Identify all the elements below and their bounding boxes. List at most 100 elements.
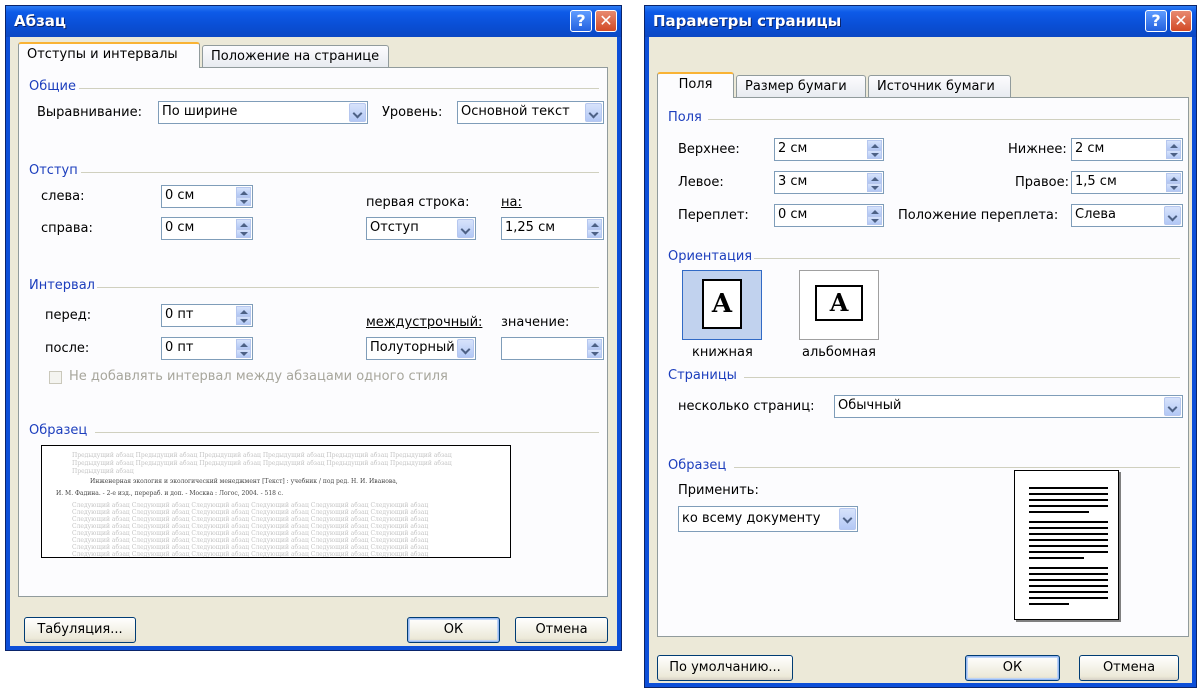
default-button[interactable]: По умолчанию... bbox=[657, 655, 793, 681]
spinner[interactable] bbox=[236, 339, 251, 358]
top-margin-value: 2 см bbox=[778, 141, 808, 156]
spin-up-icon[interactable] bbox=[236, 339, 251, 349]
bottom-margin-input[interactable]: 2 см bbox=[1071, 138, 1183, 161]
gutter-position-label: Положение переплета: bbox=[898, 208, 1059, 223]
align-select[interactable]: По ширине bbox=[158, 101, 368, 124]
spinner[interactable] bbox=[1166, 173, 1181, 192]
spin-up-icon[interactable] bbox=[867, 140, 882, 150]
tab-paper-source[interactable]: Источник бумаги bbox=[868, 75, 1011, 97]
help-icon[interactable]: ? bbox=[570, 10, 592, 32]
apply-to-select[interactable]: ко всему документу bbox=[678, 506, 858, 532]
spinner[interactable] bbox=[1166, 140, 1181, 159]
preview-line bbox=[1029, 527, 1108, 529]
spin-down-icon[interactable] bbox=[236, 228, 251, 238]
apply-to-value: ко всему документу bbox=[682, 511, 821, 526]
left-margin-label: Левое: bbox=[678, 175, 724, 190]
spin-up-icon[interactable] bbox=[236, 306, 251, 316]
landscape-button[interactable]: A bbox=[799, 270, 879, 340]
left-margin-input[interactable]: 3 см bbox=[774, 171, 884, 194]
gutter-position-select[interactable]: Слева bbox=[1071, 204, 1183, 227]
spin-down-icon[interactable] bbox=[236, 348, 251, 358]
spin-up-icon[interactable] bbox=[867, 173, 882, 183]
title-bar[interactable]: Параметры страницы ? ✕ bbox=[645, 6, 1196, 37]
value-input[interactable] bbox=[501, 337, 604, 360]
spinner[interactable] bbox=[236, 306, 251, 325]
chevron-down-icon[interactable] bbox=[457, 219, 474, 238]
cancel-button[interactable]: Отмена bbox=[515, 617, 608, 643]
ok-button[interactable]: ОК bbox=[965, 655, 1060, 681]
chevron-down-icon[interactable] bbox=[1164, 397, 1181, 416]
spin-down-icon[interactable] bbox=[1166, 149, 1181, 159]
level-label: Уровень: bbox=[382, 105, 443, 120]
spinner[interactable] bbox=[587, 219, 602, 238]
group-pages-title: Страницы bbox=[668, 368, 737, 383]
spin-up-icon[interactable] bbox=[236, 187, 251, 197]
bottom-margin-value: 2 см bbox=[1075, 141, 1105, 156]
indent-left-input[interactable]: 0 см bbox=[161, 185, 253, 208]
ok-button[interactable]: ОК bbox=[407, 617, 500, 643]
spin-up-icon[interactable] bbox=[587, 339, 602, 349]
nospace-label: Не добавлять интервал между абзацами одн… bbox=[69, 369, 448, 384]
spin-down-icon[interactable] bbox=[587, 348, 602, 358]
spin-up-icon[interactable] bbox=[587, 219, 602, 229]
tab-paper-size[interactable]: Размер бумаги bbox=[736, 75, 866, 97]
spinner[interactable] bbox=[867, 206, 882, 225]
spin-up-icon[interactable] bbox=[1166, 140, 1181, 150]
spinner[interactable] bbox=[867, 140, 882, 159]
checkbox-icon[interactable] bbox=[49, 371, 62, 384]
tab-indents[interactable]: Отступы и интервалы bbox=[18, 42, 200, 68]
preview-line: Следующий абзац Следующий абзац Следующи… bbox=[72, 530, 429, 537]
divider bbox=[708, 119, 1180, 120]
chevron-down-icon[interactable] bbox=[585, 103, 602, 122]
spin-up-icon[interactable] bbox=[867, 206, 882, 216]
on-input[interactable]: 1,25 см bbox=[501, 217, 604, 240]
preview-line: Инженерная экология и экологический мене… bbox=[90, 478, 398, 485]
title-bar[interactable]: Абзац ? ✕ bbox=[6, 6, 621, 37]
first-line-select[interactable]: Отступ bbox=[366, 217, 476, 240]
chevron-down-icon[interactable] bbox=[1164, 206, 1181, 225]
spin-up-icon[interactable] bbox=[1166, 173, 1181, 183]
level-select[interactable]: Основной текст bbox=[457, 101, 604, 124]
close-icon[interactable]: ✕ bbox=[1170, 10, 1192, 32]
portrait-page-icon: A bbox=[702, 279, 742, 329]
indent-left-label: слева: bbox=[41, 189, 85, 204]
multiple-pages-select[interactable]: Обычный bbox=[834, 395, 1183, 418]
tabs-button[interactable]: Табуляция... bbox=[24, 617, 136, 643]
divider bbox=[754, 258, 1180, 259]
spinner[interactable] bbox=[867, 173, 882, 192]
help-icon[interactable]: ? bbox=[1145, 10, 1167, 32]
spin-down-icon[interactable] bbox=[236, 315, 251, 325]
preview-line bbox=[1029, 557, 1084, 559]
close-icon[interactable]: ✕ bbox=[595, 10, 617, 32]
default-button-label: По умолчанию... bbox=[669, 660, 781, 675]
tab-margins[interactable]: Поля bbox=[657, 72, 734, 98]
spin-down-icon[interactable] bbox=[236, 196, 251, 206]
chevron-down-icon[interactable] bbox=[349, 103, 366, 122]
line-spacing-select[interactable]: Полуторный bbox=[366, 337, 476, 360]
spin-down-icon[interactable] bbox=[867, 182, 882, 192]
before-input[interactable]: 0 пт bbox=[161, 304, 253, 327]
spinner[interactable] bbox=[236, 219, 251, 238]
spinner[interactable] bbox=[587, 339, 602, 358]
tab-page-position[interactable]: Положение на странице bbox=[202, 45, 389, 67]
spin-down-icon[interactable] bbox=[867, 215, 882, 225]
chevron-down-icon[interactable] bbox=[839, 508, 856, 530]
tab-panel: Общие Выравнивание: По ширине Уровень: О… bbox=[18, 67, 608, 597]
page-preview bbox=[1014, 470, 1119, 620]
spin-down-icon[interactable] bbox=[587, 228, 602, 238]
right-margin-label: Правое: bbox=[1015, 175, 1069, 190]
spinner[interactable] bbox=[236, 187, 251, 206]
spin-up-icon[interactable] bbox=[236, 219, 251, 229]
preview-line bbox=[1029, 551, 1108, 553]
top-margin-input[interactable]: 2 см bbox=[774, 138, 884, 161]
ok-button-label: ОК bbox=[443, 622, 464, 637]
gutter-input[interactable]: 0 см bbox=[774, 204, 884, 227]
right-margin-input[interactable]: 1,5 см bbox=[1071, 171, 1183, 194]
chevron-down-icon[interactable] bbox=[457, 339, 474, 358]
cancel-button[interactable]: Отмена bbox=[1079, 655, 1179, 681]
spin-down-icon[interactable] bbox=[867, 149, 882, 159]
spin-down-icon[interactable] bbox=[1166, 182, 1181, 192]
after-input[interactable]: 0 пт bbox=[161, 337, 253, 360]
portrait-button[interactable]: A bbox=[682, 270, 762, 340]
indent-right-input[interactable]: 0 см bbox=[161, 217, 253, 240]
